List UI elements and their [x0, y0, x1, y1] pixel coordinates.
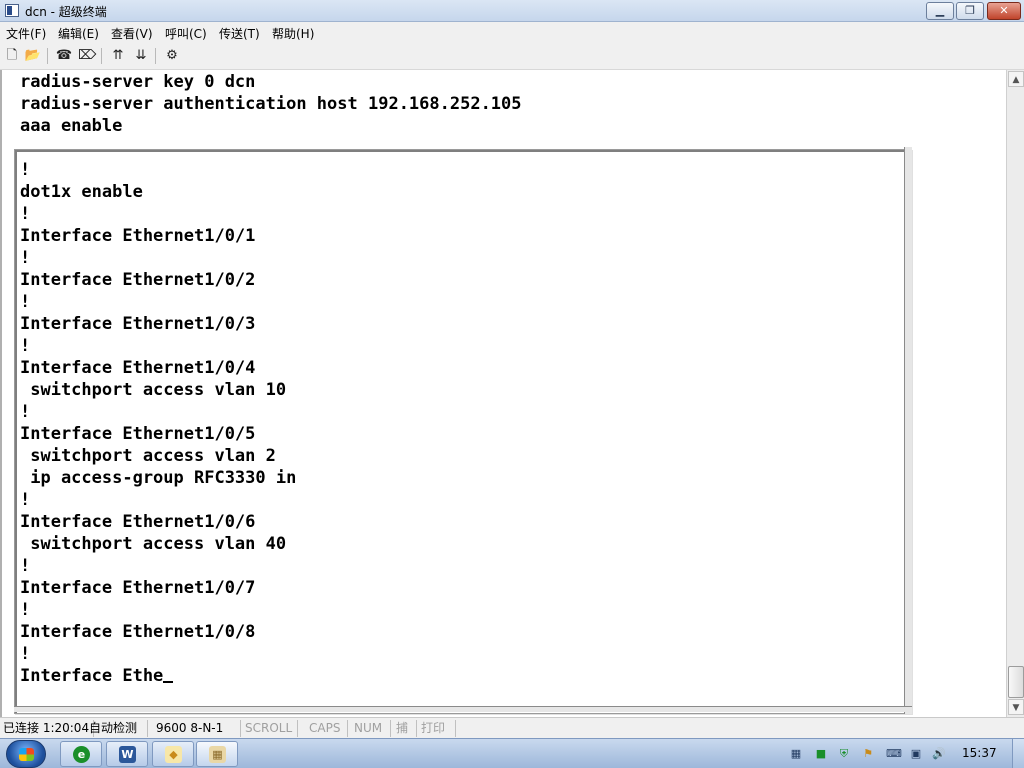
start-button[interactable]: [6, 740, 46, 768]
terminal-line: dot1x enable: [20, 182, 143, 202]
terminal-line: !: [20, 490, 31, 510]
status-bar: 已连接 1:20:04 自动检测 9600 8-N-1 SCROLL CAPS …: [0, 717, 1024, 738]
tray-monitor-icon[interactable]: ▣: [909, 747, 923, 761]
tray-app-icon[interactable]: ■: [814, 747, 828, 761]
scroll-down-arrow-icon[interactable]: ▼: [1008, 699, 1024, 715]
terminal-line: Interface Ethernet1/0/6: [20, 512, 256, 532]
taskbar-hyperterminal-button[interactable]: ▦: [196, 741, 238, 767]
terminal-line: !: [20, 644, 31, 664]
terminal-line: radius-server authentication host 192.16…: [20, 94, 522, 114]
connect-icon[interactable]: ☎: [55, 47, 73, 65]
terminal-line: Interface Ethernet1/0/1: [20, 226, 256, 246]
status-print: 打印: [418, 720, 456, 737]
terminal-line: radius-server key 0 dcn: [20, 72, 256, 92]
terminal-line: !: [20, 204, 31, 224]
terminal-line: switchport access vlan 40: [20, 534, 287, 554]
terminal-line: !: [20, 556, 31, 576]
scroll-thumb[interactable]: [1008, 666, 1024, 698]
close-button[interactable]: ✕: [987, 2, 1021, 20]
disconnect-icon[interactable]: ⌦: [78, 47, 96, 65]
terminal-line: switchport access vlan 2: [20, 446, 276, 466]
menu-edit[interactable]: 编辑(E): [58, 25, 99, 42]
status-scroll: SCROLL: [242, 720, 298, 737]
menu-help[interactable]: 帮助(H): [272, 25, 314, 42]
scroll-up-arrow-icon[interactable]: ▲: [1008, 71, 1024, 87]
status-caps: CAPS: [306, 720, 348, 737]
menu-view[interactable]: 查看(V): [111, 25, 153, 42]
terminal-line: switchport access vlan 10: [20, 380, 287, 400]
terminal-line: aaa enable: [20, 116, 123, 136]
toolbar-separator: [155, 48, 156, 64]
terminal-current-line: Interface Ethe: [20, 665, 174, 687]
window-title: dcn - 超级终端: [25, 5, 107, 19]
app-icon[interactable]: [5, 4, 19, 17]
receive-file-icon[interactable]: ⇊: [132, 47, 150, 65]
terminal-line: Interface Ethernet1/0/7: [20, 578, 256, 598]
tray-shield-icon[interactable]: ⛨: [837, 747, 851, 761]
word-icon: W: [119, 746, 136, 763]
taskbar-explorer-button[interactable]: ◆: [152, 741, 194, 767]
menu-call[interactable]: 呼叫(C): [165, 25, 207, 42]
terminal-line: ip access-group RFC3330 in: [20, 468, 297, 488]
text-cursor: [163, 667, 174, 683]
maximize-button[interactable]: ❐: [956, 2, 984, 20]
toolbar-separator: [101, 48, 102, 64]
terminal-line: Interface Ethernet1/0/8: [20, 622, 256, 642]
terminal-line: Interface Ethernet1/0/5: [20, 424, 256, 444]
windows-logo-icon: [19, 748, 34, 761]
terminal-line: !: [20, 402, 31, 422]
terminal-current-text: Interface Ethe: [20, 666, 164, 686]
toolbar-separator: [47, 48, 48, 64]
show-desktop-button[interactable]: [1012, 739, 1024, 768]
terminal-line: Interface Ethernet1/0/3: [20, 314, 256, 334]
terminal-line: !: [20, 160, 31, 180]
terminal-line: !: [20, 248, 31, 268]
title-bar[interactable]: dcn - 超级终端 ▁ ❐ ✕: [0, 0, 1024, 22]
status-connected: 已连接 1:20:04: [0, 720, 94, 737]
taskbar-ie-button[interactable]: e: [60, 741, 102, 767]
terminal-line: !: [20, 600, 31, 620]
tray-network-icon[interactable]: ▦: [789, 747, 803, 761]
ie-icon: e: [73, 746, 90, 763]
status-baud: 9600 8-N-1: [153, 720, 241, 737]
terminal-line: Interface Ethernet1/0/4: [20, 358, 256, 378]
tray-security-icon[interactable]: ⚑: [861, 747, 875, 761]
menu-bar: 文件(F) 编辑(E) 查看(V) 呼叫(C) 传送(T) 帮助(H): [0, 22, 1024, 42]
new-connection-icon[interactable]: 🗋: [3, 47, 21, 65]
terminal-screen[interactable]: radius-server key 0 dcn radius-server au…: [0, 70, 1006, 717]
status-capture: 捕: [393, 720, 417, 737]
open-icon[interactable]: 📂: [24, 47, 42, 65]
terminal-line: !: [20, 336, 31, 356]
tray-input-icon[interactable]: ⌨: [886, 747, 902, 761]
menu-transfer[interactable]: 传送(T): [219, 25, 260, 42]
properties-icon[interactable]: ⚙: [163, 47, 181, 65]
explorer-icon: ◆: [165, 746, 182, 763]
hyperterminal-icon: ▦: [209, 746, 226, 763]
terminal-line: !: [20, 292, 31, 312]
toolbar: 🗋 📂 ☎ ⌦ ⇈ ⇊ ⚙: [0, 42, 1024, 70]
clock[interactable]: 15:37: [962, 746, 997, 760]
frame-edge: [904, 147, 912, 714]
terminal-line: Interface Ethernet1/0/2: [20, 270, 256, 290]
vertical-scrollbar[interactable]: ▲ ▼: [1006, 70, 1024, 717]
taskbar: e W ◆ ▦ ▦ ■ ⛨ ⚑ ⌨ ▣ 🔊 15:37: [0, 738, 1024, 768]
taskbar-word-button[interactable]: W: [106, 741, 148, 767]
status-detect: 自动检测: [86, 720, 148, 737]
status-num: NUM: [351, 720, 391, 737]
frame-edge: [14, 706, 912, 712]
send-file-icon[interactable]: ⇈: [109, 47, 127, 65]
menu-file[interactable]: 文件(F): [6, 25, 46, 42]
tray-volume-icon[interactable]: 🔊: [932, 747, 946, 761]
minimize-button[interactable]: ▁: [926, 2, 954, 20]
